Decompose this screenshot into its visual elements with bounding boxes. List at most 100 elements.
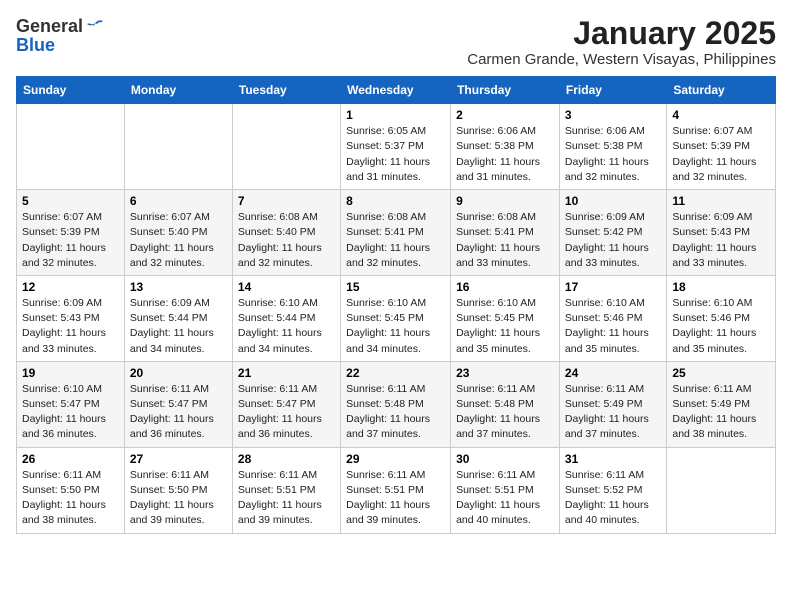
calendar-cell: 5Sunrise: 6:07 AM Sunset: 5:39 PM Daylig…	[17, 190, 125, 276]
weekday-header-tuesday: Tuesday	[232, 77, 340, 104]
day-info: Sunrise: 6:11 AM Sunset: 5:48 PM Dayligh…	[346, 382, 445, 443]
day-info: Sunrise: 6:11 AM Sunset: 5:51 PM Dayligh…	[238, 468, 335, 529]
calendar-cell: 25Sunrise: 6:11 AM Sunset: 5:49 PM Dayli…	[667, 361, 776, 447]
calendar-cell: 23 Sunrise: 6:11 AM Sunset: 5:48 PM Dayli…	[451, 361, 560, 447]
calendar-header-row: SundayMondayTuesdayWednesdayThursdayFrid…	[17, 77, 776, 104]
logo-general-text: General	[16, 16, 83, 37]
calendar-cell	[232, 104, 340, 190]
day-info: Sunrise: 6:11 AM Sunset: 5:48 PM Dayligh…	[456, 382, 554, 443]
day-number: 1	[346, 108, 445, 122]
day-info: Sunrise: 6:11 AM Sunset: 5:52 PM Dayligh…	[565, 468, 661, 529]
calendar-cell: 31 Sunrise: 6:11 AM Sunset: 5:52 PM Dayli…	[559, 447, 666, 533]
day-number: 15	[346, 280, 445, 294]
day-info: Sunrise: 6:08 AM Sunset: 5:41 PM Dayligh…	[346, 210, 445, 271]
calendar-cell	[17, 104, 125, 190]
calendar-week-row: 26 Sunrise: 6:11 AM Sunset: 5:50 PM Dayli…	[17, 447, 776, 533]
calendar-cell: 3Sunrise: 6:06 AM Sunset: 5:38 PM Daylig…	[559, 104, 666, 190]
calendar-cell: 24 Sunrise: 6:11 AM Sunset: 5:49 PM Dayli…	[559, 361, 666, 447]
day-info: Sunrise: 6:10 AM Sunset: 5:45 PM Dayligh…	[456, 296, 554, 357]
day-info: Sunrise: 6:06 AM Sunset: 5:38 PM Dayligh…	[565, 124, 661, 185]
weekday-header-friday: Friday	[559, 77, 666, 104]
title-block: January 2025 Carmen Grande, Western Visa…	[467, 16, 776, 68]
day-number: 22	[346, 366, 445, 380]
day-info: Sunrise: 6:10 AM Sunset: 5:46 PM Dayligh…	[565, 296, 661, 357]
calendar-cell: 16 Sunrise: 6:10 AM Sunset: 5:45 PM Dayli…	[451, 275, 560, 361]
day-info: Sunrise: 6:11 AM Sunset: 5:50 PM Dayligh…	[130, 468, 227, 529]
day-number: 20	[130, 366, 227, 380]
day-number: 27	[130, 452, 227, 466]
calendar-cell: 19 Sunrise: 6:10 AM Sunset: 5:47 PM Dayli…	[17, 361, 125, 447]
day-number: 26	[22, 452, 119, 466]
calendar-cell: 20 Sunrise: 6:11 AM Sunset: 5:47 PM Dayli…	[124, 361, 232, 447]
day-info: Sunrise: 6:10 AM Sunset: 5:46 PM Dayligh…	[672, 296, 770, 357]
calendar-cell: 18 Sunrise: 6:10 AM Sunset: 5:46 PM Dayli…	[667, 275, 776, 361]
day-info: Sunrise: 6:11 AM Sunset: 5:51 PM Dayligh…	[456, 468, 554, 529]
weekday-header-sunday: Sunday	[17, 77, 125, 104]
calendar-cell: 4Sunrise: 6:07 AM Sunset: 5:39 PM Daylig…	[667, 104, 776, 190]
calendar-cell: 15Sunrise: 6:10 AM Sunset: 5:45 PM Dayli…	[341, 275, 451, 361]
day-number: 18	[672, 280, 770, 294]
day-number: 31	[565, 452, 661, 466]
day-number: 14	[238, 280, 335, 294]
day-number: 7	[238, 194, 335, 208]
day-number: 24	[565, 366, 661, 380]
calendar-cell: 10 Sunrise: 6:09 AM Sunset: 5:42 PM Dayli…	[559, 190, 666, 276]
day-info: Sunrise: 6:10 AM Sunset: 5:47 PM Dayligh…	[22, 382, 119, 443]
day-info: Sunrise: 6:07 AM Sunset: 5:39 PM Dayligh…	[672, 124, 770, 185]
calendar-cell: 11 Sunrise: 6:09 AM Sunset: 5:43 PM Dayli…	[667, 190, 776, 276]
calendar-cell: 6 Sunrise: 6:07 AM Sunset: 5:40 PM Daylig…	[124, 190, 232, 276]
calendar-cell: 28 Sunrise: 6:11 AM Sunset: 5:51 PM Dayli…	[232, 447, 340, 533]
day-number: 28	[238, 452, 335, 466]
page-header: General Blue January 2025 Carmen Grande,…	[16, 16, 776, 68]
location-title: Carmen Grande, Western Visayas, Philippi…	[467, 51, 776, 68]
day-number: 10	[565, 194, 661, 208]
day-info: Sunrise: 6:09 AM Sunset: 5:43 PM Dayligh…	[672, 210, 770, 271]
calendar-cell: 26 Sunrise: 6:11 AM Sunset: 5:50 PM Dayli…	[17, 447, 125, 533]
day-info: Sunrise: 6:08 AM Sunset: 5:40 PM Dayligh…	[238, 210, 335, 271]
calendar-cell: 22 Sunrise: 6:11 AM Sunset: 5:48 PM Dayli…	[341, 361, 451, 447]
calendar-cell: 12Sunrise: 6:09 AM Sunset: 5:43 PM Dayli…	[17, 275, 125, 361]
day-info: Sunrise: 6:11 AM Sunset: 5:49 PM Dayligh…	[672, 382, 770, 443]
day-number: 6	[130, 194, 227, 208]
calendar-cell: 7 Sunrise: 6:08 AM Sunset: 5:40 PM Daylig…	[232, 190, 340, 276]
day-info: Sunrise: 6:08 AM Sunset: 5:41 PM Dayligh…	[456, 210, 554, 271]
day-number: 11	[672, 194, 770, 208]
day-number: 8	[346, 194, 445, 208]
calendar-cell: 8 Sunrise: 6:08 AM Sunset: 5:41 PM Daylig…	[341, 190, 451, 276]
day-number: 19	[22, 366, 119, 380]
calendar-cell: 9 Sunrise: 6:08 AM Sunset: 5:41 PM Daylig…	[451, 190, 560, 276]
calendar-cell: 2Sunrise: 6:06 AM Sunset: 5:38 PM Daylig…	[451, 104, 560, 190]
day-info: Sunrise: 6:11 AM Sunset: 5:51 PM Dayligh…	[346, 468, 445, 529]
calendar-cell: 14 Sunrise: 6:10 AM Sunset: 5:44 PM Dayli…	[232, 275, 340, 361]
day-number: 16	[456, 280, 554, 294]
day-number: 23	[456, 366, 554, 380]
day-info: Sunrise: 6:11 AM Sunset: 5:47 PM Dayligh…	[130, 382, 227, 443]
day-number: 13	[130, 280, 227, 294]
day-number: 2	[456, 108, 554, 122]
calendar-week-row: 19 Sunrise: 6:10 AM Sunset: 5:47 PM Dayli…	[17, 361, 776, 447]
day-info: Sunrise: 6:07 AM Sunset: 5:40 PM Dayligh…	[130, 210, 227, 271]
calendar-cell: 21 Sunrise: 6:11 AM Sunset: 5:47 PM Dayli…	[232, 361, 340, 447]
weekday-header-monday: Monday	[124, 77, 232, 104]
calendar-cell	[124, 104, 232, 190]
day-number: 29	[346, 452, 445, 466]
day-number: 21	[238, 366, 335, 380]
day-number: 30	[456, 452, 554, 466]
day-info: Sunrise: 6:09 AM Sunset: 5:44 PM Dayligh…	[130, 296, 227, 357]
calendar-cell: 29 Sunrise: 6:11 AM Sunset: 5:51 PM Dayli…	[341, 447, 451, 533]
day-info: Sunrise: 6:10 AM Sunset: 5:44 PM Dayligh…	[238, 296, 335, 357]
day-info: Sunrise: 6:09 AM Sunset: 5:42 PM Dayligh…	[565, 210, 661, 271]
day-info: Sunrise: 6:07 AM Sunset: 5:39 PM Dayligh…	[22, 210, 119, 271]
day-number: 12	[22, 280, 119, 294]
calendar-cell: 30 Sunrise: 6:11 AM Sunset: 5:51 PM Dayli…	[451, 447, 560, 533]
day-info: Sunrise: 6:11 AM Sunset: 5:50 PM Dayligh…	[22, 468, 119, 529]
calendar-cell: 13 Sunrise: 6:09 AM Sunset: 5:44 PM Dayli…	[124, 275, 232, 361]
day-info: Sunrise: 6:11 AM Sunset: 5:47 PM Dayligh…	[238, 382, 335, 443]
day-info: Sunrise: 6:05 AM Sunset: 5:37 PM Dayligh…	[346, 124, 445, 185]
calendar-cell: 27 Sunrise: 6:11 AM Sunset: 5:50 PM Dayli…	[124, 447, 232, 533]
day-number: 9	[456, 194, 554, 208]
calendar-cell: 1 Sunrise: 6:05 AM Sunset: 5:37 PM Daylig…	[341, 104, 451, 190]
day-info: Sunrise: 6:11 AM Sunset: 5:49 PM Dayligh…	[565, 382, 661, 443]
logo: General Blue	[16, 16, 105, 56]
weekday-header-wednesday: Wednesday	[341, 77, 451, 104]
